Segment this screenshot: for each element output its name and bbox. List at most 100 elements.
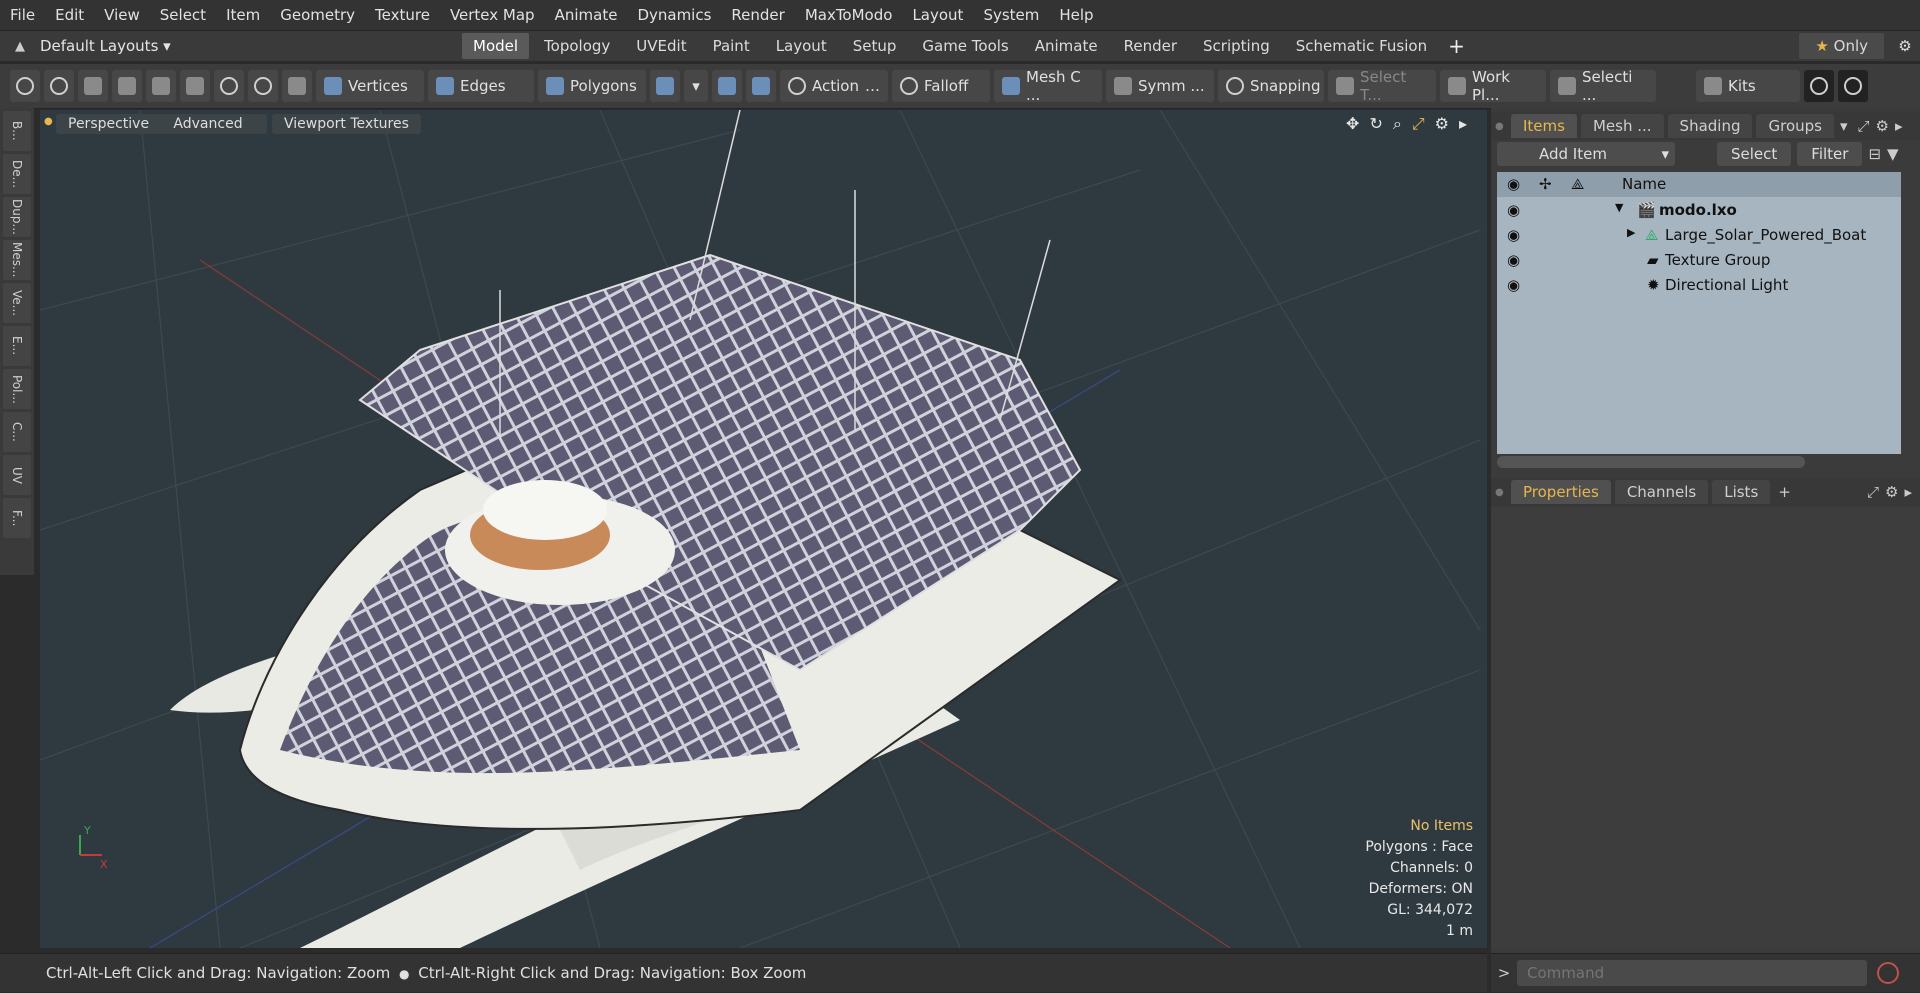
tabs-chevron-icon[interactable]: ▾ (1840, 117, 1848, 135)
pen-icon[interactable] (78, 70, 108, 102)
menu-texture[interactable]: Texture (365, 0, 440, 30)
menu-layout[interactable]: Layout (902, 0, 973, 30)
left-tab-polygon[interactable]: Pol... (3, 369, 31, 409)
panel-arrow-icon[interactable]: ▸ (1895, 117, 1903, 135)
shield-alt-icon[interactable] (746, 70, 776, 102)
tab-render[interactable]: Render (1113, 33, 1188, 59)
only-toggle[interactable]: ★ Only (1799, 33, 1884, 59)
tab-topology[interactable]: Topology (533, 33, 621, 59)
menu-animate[interactable]: Animate (545, 0, 628, 30)
tab-properties[interactable]: Properties (1511, 480, 1611, 504)
transform-icon[interactable] (146, 70, 176, 102)
item-row-scene[interactable]: ◉ ▼ 🎬 modo.lxo (1497, 198, 1901, 223)
tab-items[interactable]: Items (1511, 114, 1577, 138)
filter-button[interactable]: Filter (1797, 142, 1863, 166)
rotate-icon[interactable] (214, 70, 244, 102)
snapping-button[interactable]: Snapping (1218, 70, 1324, 102)
eye-icon[interactable]: ◉ (1507, 276, 1520, 294)
viewport-perspective-button[interactable]: Perspective (56, 114, 162, 134)
left-tab-basic[interactable]: B... (3, 111, 31, 151)
orbit-icon[interactable]: ↻ (1369, 114, 1382, 134)
unity-icon[interactable] (1804, 70, 1834, 102)
panel-gear-icon[interactable]: ⚙ (1885, 483, 1898, 501)
brush-icon[interactable] (112, 70, 142, 102)
item-row-light[interactable]: ◉ ✹ Directional Light (1497, 273, 1901, 298)
eye-icon[interactable]: ◉ (1507, 201, 1520, 219)
left-tab-fusion[interactable]: F... (3, 498, 31, 538)
menu-file[interactable]: File (0, 0, 45, 30)
menu-dynamics[interactable]: Dynamics (627, 0, 721, 30)
menu-select[interactable]: Select (150, 0, 216, 30)
tab-paint[interactable]: Paint (702, 33, 761, 59)
tab-shading[interactable]: Shading (1667, 114, 1753, 138)
shield-icon[interactable] (712, 70, 742, 102)
chevron-down-icon[interactable]: ▾ (684, 70, 708, 102)
menu-render[interactable]: Render (721, 0, 794, 30)
item-list-scrollbar[interactable] (1497, 456, 1805, 468)
panel-expand-icon[interactable]: ⤢ (1858, 117, 1870, 135)
eye-icon[interactable]: ◉ (1507, 226, 1520, 244)
tab-mesh[interactable]: Mesh ... (1580, 114, 1664, 138)
select-through-button[interactable]: Select T... (1328, 68, 1436, 104)
left-tab-edge[interactable]: E... (3, 326, 31, 366)
record-icon[interactable] (1877, 962, 1899, 984)
left-tab-curve[interactable]: C... (3, 412, 31, 452)
mesh-constraint-button[interactable]: Mesh C ... (994, 68, 1102, 104)
panel-expand-icon[interactable]: ⤢ (1867, 483, 1879, 501)
add-item-button[interactable]: Add Item ▾ (1497, 142, 1675, 166)
layout-preset-dropdown[interactable]: Default Layouts ▾ (40, 37, 460, 55)
tab-schematic-fusion[interactable]: Schematic Fusion (1285, 33, 1438, 59)
tab-lists[interactable]: Lists (1712, 480, 1771, 504)
gear-icon[interactable]: ⚙ (1890, 37, 1920, 55)
select-button[interactable]: Select (1717, 142, 1792, 166)
zoom-icon[interactable]: ⌕ (1393, 114, 1402, 134)
action-button[interactable]: Action … (780, 70, 888, 102)
name-column-header[interactable]: Name (1622, 175, 1666, 193)
unreal-icon[interactable] (1838, 70, 1868, 102)
tab-model[interactable]: Model (462, 33, 530, 59)
polygons-button[interactable]: Polygons (538, 70, 646, 102)
menu-system[interactable]: System (973, 0, 1049, 30)
tab-setup[interactable]: Setup (842, 33, 908, 59)
workplane-button[interactable]: Work Pl... (1440, 68, 1546, 104)
scale-icon[interactable] (248, 70, 278, 102)
selection-sets-button[interactable]: Selecti ... (1550, 68, 1656, 104)
menu-vertex-map[interactable]: Vertex Map (440, 0, 545, 30)
viewport-gear-icon[interactable]: ⚙ (1435, 114, 1449, 134)
symmetry-button[interactable]: Symm ... (1106, 70, 1214, 102)
left-tab-duplicate[interactable]: Dup... (3, 197, 31, 237)
left-tab-uv[interactable]: UV (3, 455, 31, 495)
tab-layout[interactable]: Layout (765, 33, 838, 59)
add-tab-icon[interactable]: + (1448, 34, 1465, 58)
edges-button[interactable]: Edges (428, 70, 534, 102)
menu-geometry[interactable]: Geometry (270, 0, 365, 30)
panel-gear-icon[interactable]: ⚙ (1876, 117, 1889, 135)
left-tab-mesh-edit[interactable]: Mes... (3, 240, 31, 280)
tab-groups[interactable]: Groups (1756, 114, 1834, 138)
globe-icon[interactable] (44, 70, 74, 102)
menu-help[interactable]: Help (1049, 0, 1103, 30)
tab-channels[interactable]: Channels (1614, 480, 1709, 504)
item-mode-icon[interactable] (282, 70, 312, 102)
menu-maxtomodo[interactable]: MaxToModo (795, 0, 903, 30)
left-tab-vertex[interactable]: Ve... (3, 283, 31, 323)
menu-item[interactable]: Item (216, 0, 270, 30)
item-row-texture-group[interactable]: ◉ ▰ Texture Group (1497, 248, 1901, 273)
tab-uvedit[interactable]: UVEdit (625, 33, 697, 59)
pan-icon[interactable]: ✥ (1346, 114, 1359, 134)
tab-scripting[interactable]: Scripting (1192, 33, 1281, 59)
expand-icon[interactable]: ▶ (1627, 226, 1635, 239)
viewport-advanced-button[interactable]: Advanced (149, 114, 267, 134)
menu-edit[interactable]: Edit (45, 0, 94, 30)
menu-view[interactable]: View (94, 0, 150, 30)
3d-viewport[interactable]: Y X ● Perspective Advanced Viewport Text… (40, 110, 1487, 948)
panel-arrow-icon[interactable]: ▸ (1904, 483, 1912, 501)
collapse-icon[interactable]: ▲ (0, 39, 40, 54)
material-icon[interactable] (650, 70, 680, 102)
add-tab-icon[interactable]: + (1778, 483, 1791, 501)
tab-animate[interactable]: Animate (1024, 33, 1109, 59)
eye-icon[interactable]: ◉ (1507, 251, 1520, 269)
item-row-mesh[interactable]: ◉ ▶ ⟁ Large_Solar_Powered_Boat (1497, 223, 1901, 248)
viewport-textures-button[interactable]: Viewport Textures (272, 114, 421, 134)
collapse-list-icon[interactable]: ⊟ (1868, 145, 1881, 163)
